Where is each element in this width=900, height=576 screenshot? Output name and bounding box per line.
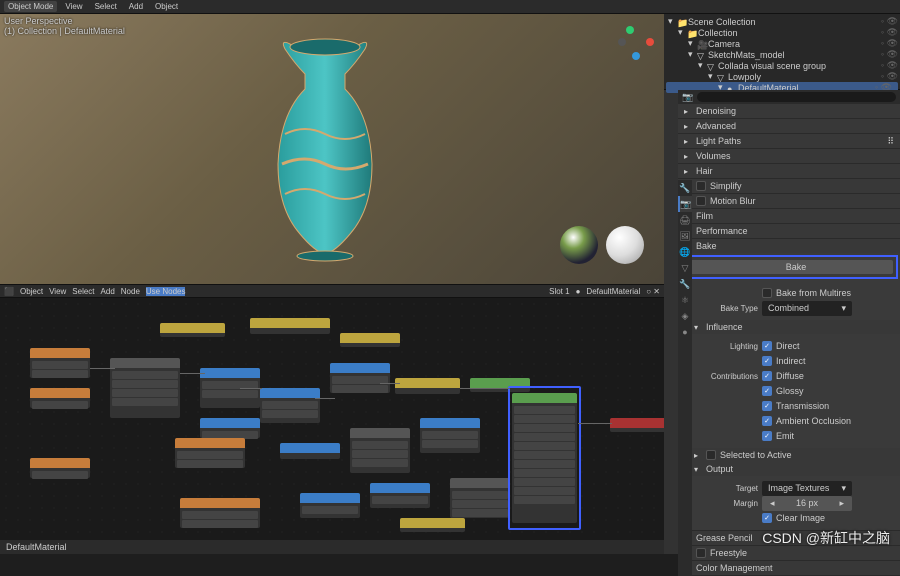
node-menu-node[interactable]: Node xyxy=(121,287,140,296)
hdri-preview-sphere xyxy=(560,226,598,264)
node-menu-select[interactable]: Select xyxy=(72,287,94,296)
panel-film[interactable]: Film xyxy=(696,211,713,221)
use-nodes-toggle[interactable]: Use Nodes xyxy=(146,287,186,296)
subpanel-influence[interactable]: Influence xyxy=(706,322,743,332)
contrib-diffuse-checkbox[interactable]: ✓ xyxy=(762,371,772,381)
mode-header: Object Mode View Select Add Object xyxy=(0,0,900,14)
panel-hair[interactable]: Hair xyxy=(696,166,713,176)
matcap-preview-sphere xyxy=(606,226,644,264)
interaction-mode[interactable]: Object Mode xyxy=(4,1,57,12)
bake-button[interactable]: Bake xyxy=(685,260,893,274)
outliner-row[interactable]: ▾▽SketchMats_model◦ 👁 xyxy=(666,49,898,60)
menu-select[interactable]: Select xyxy=(91,1,121,12)
panel-light-paths[interactable]: Light Paths xyxy=(696,136,741,146)
node-object-mode[interactable]: Object xyxy=(20,287,43,296)
vase-mesh[interactable] xyxy=(260,34,390,264)
outliner-row[interactable]: ▾🎥Camera◦ 👁 xyxy=(666,38,898,49)
node-editor-header: ⬛ Object View Select Add Node Use Nodes … xyxy=(0,284,664,298)
material-selector[interactable]: DefaultMaterial xyxy=(586,287,640,296)
navigation-gizmo[interactable] xyxy=(616,22,656,62)
bake-multires-checkbox[interactable] xyxy=(762,288,772,298)
view-collection-label: (1) Collection | DefaultMaterial xyxy=(4,26,125,36)
contrib-glossy-checkbox[interactable]: ✓ xyxy=(762,386,772,396)
menu-add[interactable]: Add xyxy=(125,1,147,12)
shader-node-editor[interactable] xyxy=(0,298,664,540)
3d-viewport[interactable]: User Perspective (1) Collection | Defaul… xyxy=(0,14,664,284)
menu-object[interactable]: Object xyxy=(151,1,182,12)
contrib-ao-checkbox[interactable]: ✓ xyxy=(762,416,772,426)
menu-view[interactable]: View xyxy=(61,1,86,12)
outliner[interactable]: ▾📁Scene Collection◦ 👁▾📁Collection◦ 👁▾🎥Ca… xyxy=(664,14,900,90)
panel-color-management[interactable]: Color Management xyxy=(696,563,773,573)
slot-selector[interactable]: Slot 1 xyxy=(549,287,569,296)
panel-performance[interactable]: Performance xyxy=(696,226,748,236)
watermark: CSDN @新缸中之脑 xyxy=(762,528,890,548)
lighting-indirect-checkbox[interactable]: ✓ xyxy=(762,356,772,366)
bake-margin-field[interactable]: ◂16 px▸ xyxy=(762,496,852,511)
node-menu-view[interactable]: View xyxy=(49,287,66,296)
contrib-emit-checkbox[interactable]: ✓ xyxy=(762,431,772,441)
selected-node-outline xyxy=(508,386,581,530)
outliner-row[interactable]: ▾📁Collection◦ 👁 xyxy=(666,27,898,38)
lighting-direct-checkbox[interactable]: ✓ xyxy=(762,341,772,351)
panel-volumes[interactable]: Volumes xyxy=(696,151,731,161)
panel-denoising[interactable]: Denoising xyxy=(696,106,736,116)
camera-icon: 📷 xyxy=(682,92,693,103)
node-menu-add[interactable]: Add xyxy=(101,287,115,296)
bake-type-select[interactable]: Combined▾ xyxy=(762,301,852,316)
contrib-transmission-checkbox[interactable]: ✓ xyxy=(762,401,772,411)
outliner-row[interactable]: ▾▽Collada visual scene group◦ 👁 xyxy=(666,60,898,71)
panel-grease-pencil[interactable]: Grease Pencil xyxy=(696,533,753,543)
panel-advanced[interactable]: Advanced xyxy=(696,121,736,131)
bake-target-select[interactable]: Image Textures▾ xyxy=(762,481,852,496)
panel-simplify[interactable]: Simplify xyxy=(710,181,742,191)
status-bar: DefaultMaterial xyxy=(0,540,664,554)
panel-freestyle[interactable]: Freestyle xyxy=(710,548,747,558)
properties-tabs[interactable]: 🔧📷🖨🖼🌐▽🔧⚛◈● xyxy=(678,180,692,576)
view-perspective-label: User Perspective xyxy=(4,16,125,26)
properties-panel[interactable]: ▸Denoising ▸Advanced ▸Light Paths⠿ ▸Volu… xyxy=(678,104,900,576)
outliner-row[interactable]: ▾📁Scene Collection◦ 👁 xyxy=(666,16,898,27)
subpanel-output[interactable]: Output xyxy=(706,464,733,474)
panel-bake[interactable]: Bake xyxy=(696,241,717,251)
outliner-row[interactable]: ▾▽Lowpoly◦ 👁 xyxy=(666,71,898,82)
panel-motion-blur[interactable]: Motion Blur xyxy=(710,196,756,206)
property-search-input[interactable] xyxy=(697,92,896,102)
clear-image-checkbox[interactable]: ✓ xyxy=(762,513,772,523)
subpanel-selected-to-active[interactable]: Selected to Active xyxy=(720,450,792,460)
